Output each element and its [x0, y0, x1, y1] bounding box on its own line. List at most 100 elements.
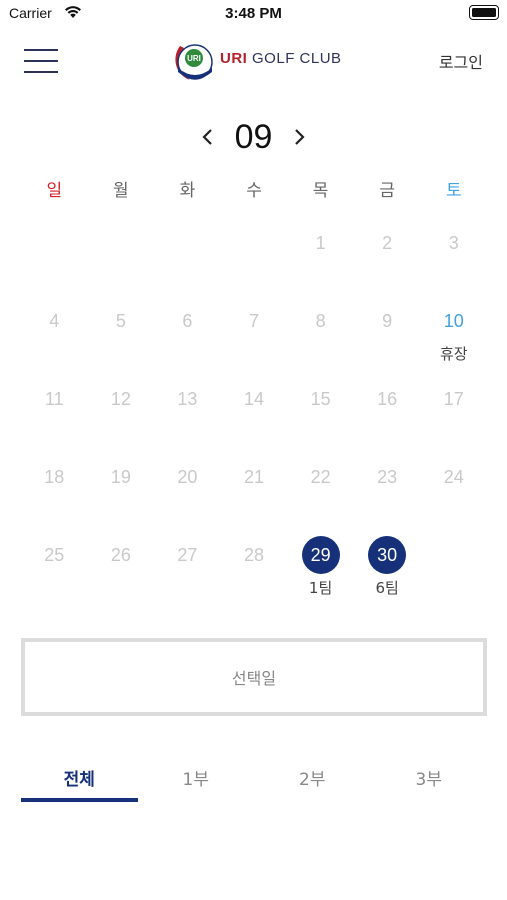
- month-navigation: 09: [0, 115, 507, 161]
- calendar-day-15: 15: [287, 380, 354, 458]
- day-number: 12: [110, 389, 131, 409]
- weekday-header: 일 월 화 수 목 금 토: [21, 176, 487, 202]
- calendar-grid: 1 2 3 4 5 6 7 8 9 10 휴장 11 12 13 14 15 16 17 18 19 20 21 22 23 2…: [21, 224, 487, 614]
- battery-icon: [469, 5, 499, 20]
- available-teams-label: 1팀: [308, 579, 333, 597]
- calendar-day-12: 12: [88, 380, 155, 458]
- status-time: 3:48 PM: [225, 5, 282, 22]
- day-number: 3: [448, 233, 459, 253]
- calendar-day-10: 10 휴장: [420, 302, 487, 380]
- tab-part-2[interactable]: 2부: [254, 756, 371, 804]
- calendar-day-4: 4: [21, 302, 88, 380]
- hamburger-menu-button[interactable]: [24, 46, 60, 76]
- weekday-sat: 토: [445, 181, 462, 201]
- calendar-day-26: 26: [88, 536, 155, 614]
- selected-date-placeholder: 선택일: [231, 669, 277, 688]
- day-number: 9: [382, 311, 393, 331]
- day-number: 11: [44, 389, 64, 409]
- next-month-button[interactable]: [287, 123, 311, 151]
- day-number: 19: [110, 467, 131, 487]
- day-number: 1: [315, 233, 326, 253]
- weekday-mon: 월: [113, 181, 129, 201]
- day-number: 30: [368, 536, 407, 574]
- calendar-day-19: 19: [88, 458, 155, 536]
- logo-wordmark: URI GOLF CLUB: [220, 50, 342, 67]
- selected-date-box: 선택일: [21, 638, 487, 716]
- logo-emblem-icon: URI: [175, 44, 213, 80]
- day-number: 23: [377, 467, 398, 487]
- weekday-thu: 목: [312, 181, 329, 201]
- tab-all[interactable]: 전체: [21, 756, 138, 804]
- calendar-week: 4 5 6 7 8 9 10 휴장: [21, 302, 487, 380]
- calendar-empty-cell: [21, 224, 88, 302]
- calendar-day-2: 2: [354, 224, 421, 302]
- calendar-day-7: 7: [221, 302, 288, 380]
- day-number: 13: [177, 389, 198, 409]
- day-number: 24: [443, 467, 464, 487]
- day-number: 20: [177, 467, 198, 487]
- calendar-week: 11 12 13 14 15 16 17: [21, 380, 487, 458]
- logo-name: GOLF CLUB: [252, 50, 342, 67]
- status-bar: Carrier 3:48 PM: [0, 0, 507, 28]
- login-button[interactable]: 로그인: [439, 49, 483, 73]
- day-number: 14: [244, 389, 265, 409]
- calendar-empty-cell: [420, 536, 487, 614]
- tab-part-3[interactable]: 3부: [371, 756, 488, 804]
- day-number: 5: [115, 311, 126, 331]
- day-number: 7: [249, 311, 260, 331]
- calendar-day-29[interactable]: 29 1팀: [287, 536, 354, 614]
- day-number: 16: [377, 389, 398, 409]
- calendar-day-8: 8: [287, 302, 354, 380]
- calendar-week: 25 26 27 28 29 1팀 30 6팀: [21, 536, 487, 614]
- day-number: 10: [443, 311, 464, 331]
- calendar-day-5: 5: [88, 302, 155, 380]
- calendar-day-13: 13: [154, 380, 221, 458]
- weekday-sun: 일: [46, 181, 63, 201]
- day-number: 4: [49, 311, 60, 331]
- calendar-empty-cell: [154, 224, 221, 302]
- chevron-right-icon: [295, 129, 305, 145]
- calendar-day-9: 9: [354, 302, 421, 380]
- calendar-day-30[interactable]: 30 6팀: [354, 536, 421, 614]
- day-number: 22: [310, 467, 331, 487]
- calendar-day-3: 3: [420, 224, 487, 302]
- calendar-day-1: 1: [287, 224, 354, 302]
- day-number: 8: [315, 311, 326, 331]
- calendar-day-21: 21: [221, 458, 288, 536]
- available-teams-label: 6팀: [375, 579, 399, 597]
- day-number: 2: [382, 233, 393, 253]
- calendar-day-16: 16: [354, 380, 421, 458]
- day-number: 18: [44, 467, 65, 487]
- calendar-day-23: 23: [354, 458, 421, 536]
- calendar-day-18: 18: [21, 458, 88, 536]
- tab-part-1[interactable]: 1부: [138, 756, 255, 804]
- calendar-day-28: 28: [221, 536, 288, 614]
- svg-text:URI: URI: [187, 54, 201, 63]
- calendar-week: 1 2 3: [21, 224, 487, 302]
- calendar-day-24: 24: [420, 458, 487, 536]
- day-number: 25: [44, 545, 65, 565]
- weekday-fri: 금: [379, 181, 395, 201]
- logo-brand: URI: [220, 50, 248, 67]
- day-number: 28: [244, 545, 265, 565]
- day-number: 29: [301, 536, 340, 574]
- day-number: 6: [182, 311, 193, 331]
- app-header: URI URI GOLF CLUB 로그인: [0, 28, 507, 96]
- day-number: 17: [443, 389, 464, 409]
- calendar-day-11: 11: [21, 380, 88, 458]
- calendar-empty-cell: [221, 224, 288, 302]
- calendar-day-20: 20: [154, 458, 221, 536]
- closed-label: 휴장: [439, 345, 468, 363]
- calendar-day-17: 17: [420, 380, 487, 458]
- day-number: 21: [244, 467, 265, 487]
- calendar-empty-cell: [88, 224, 155, 302]
- calendar-week: 18 19 20 21 22 23 24: [21, 458, 487, 536]
- uri-golf-club-logo[interactable]: URI URI GOLF CLUB: [170, 38, 342, 86]
- calendar-day-25: 25: [21, 536, 88, 614]
- day-number: 15: [310, 389, 331, 409]
- day-number: 26: [110, 545, 131, 565]
- weekday-tue: 화: [179, 181, 196, 201]
- calendar-day-22: 22: [287, 458, 354, 536]
- calendar-day-6: 6: [154, 302, 221, 380]
- day-number: 27: [177, 545, 198, 565]
